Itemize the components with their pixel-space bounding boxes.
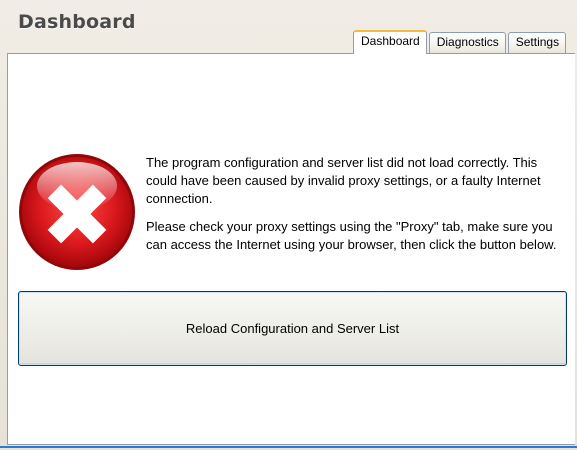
error-message: The program configuration and server lis… [146,154,571,264]
reload-configuration-button[interactable]: Reload Configuration and Server List [18,291,567,366]
tab-settings[interactable]: Settings [507,32,567,53]
tab-dashboard[interactable]: Dashboard [353,30,427,54]
tab-diagnostics[interactable]: Diagnostics [428,32,506,53]
error-x-icon [19,154,135,270]
app-window: Dashboard Dashboard Diagnostics Settings [0,0,577,450]
error-message-paragraph-2: Please check your proxy settings using t… [146,219,557,252]
error-message-paragraph-1: The program configuration and server lis… [146,155,541,206]
page-title: Dashboard [18,11,136,33]
tab-bar: Dashboard Diagnostics Settings [353,30,567,54]
status-divider [0,446,577,448]
